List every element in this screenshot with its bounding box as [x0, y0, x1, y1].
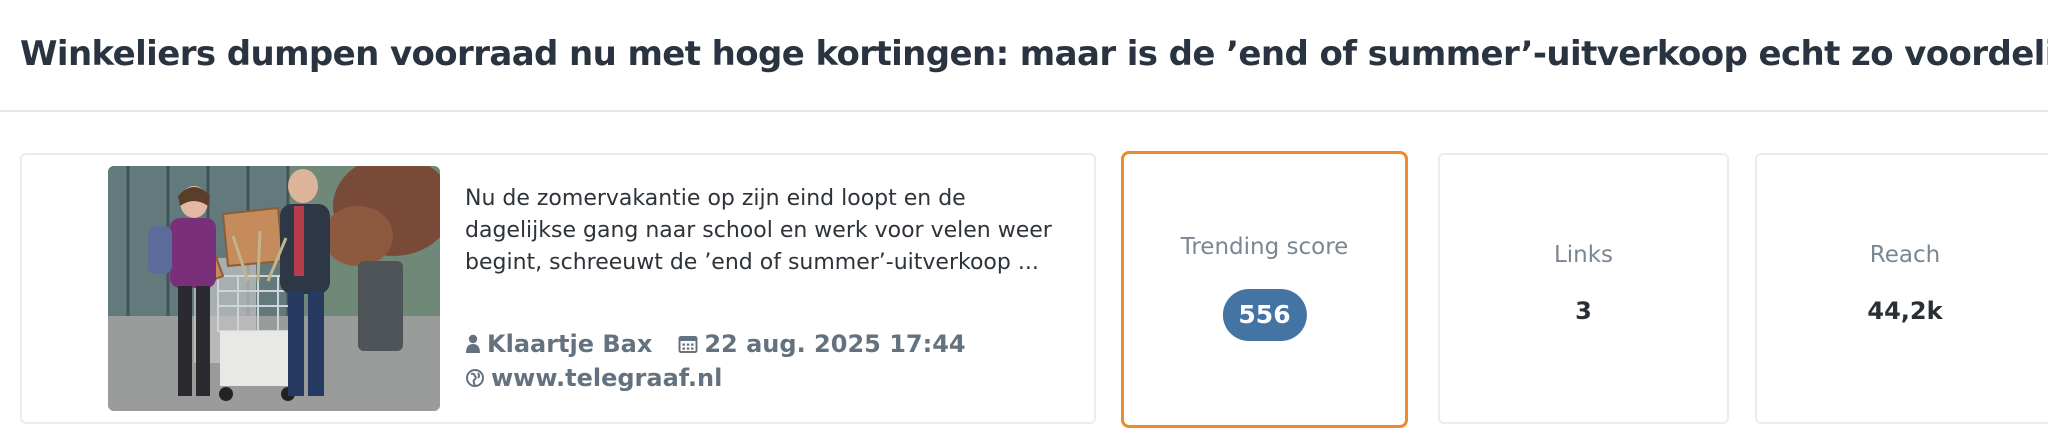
- publish-date: 22 aug. 2025 17:44: [678, 330, 966, 358]
- reach-label: Reach: [1869, 242, 1941, 268]
- article-card[interactable]: Nu de zomervakantie op zijn eind loopt e…: [20, 153, 1096, 424]
- source-link[interactable]: www.telegraaf.nl: [465, 364, 722, 392]
- date-text: 22 aug. 2025 17:44: [704, 330, 966, 358]
- article-thumbnail[interactable]: [108, 166, 440, 411]
- thumbnail-illustration: [108, 166, 440, 411]
- reach-value: 44,2k: [1867, 297, 1943, 325]
- links-card[interactable]: Links 3: [1438, 153, 1729, 424]
- reach-card[interactable]: Reach 44,2k: [1755, 153, 2048, 424]
- globe-icon: [465, 368, 485, 388]
- article-meta: Klaartje Bax 22 aug. 2025 17:44: [465, 330, 966, 358]
- header-divider: [0, 110, 2048, 112]
- author-name: Klaartje Bax: [487, 330, 653, 358]
- person-icon: [465, 334, 481, 354]
- article-excerpt: Nu de zomervakantie op zijn eind loopt e…: [465, 186, 1052, 275]
- links-value: 3: [1575, 297, 1592, 325]
- author[interactable]: Klaartje Bax: [465, 330, 652, 358]
- links-label: Links: [1553, 242, 1614, 268]
- trending-score-badge: 556: [1222, 289, 1307, 341]
- article-source[interactable]: www.telegraaf.nl: [465, 364, 722, 392]
- trending-score-label: Trending score: [1180, 234, 1349, 260]
- article-headline[interactable]: Winkeliers dumpen voorraad nu met hoge k…: [20, 34, 2048, 74]
- article-overview: Winkeliers dumpen voorraad nu met hoge k…: [0, 0, 2048, 447]
- trending-score-card[interactable]: Trending score 556: [1121, 151, 1408, 428]
- calendar-icon: [678, 334, 698, 354]
- source-url[interactable]: www.telegraaf.nl: [491, 364, 722, 392]
